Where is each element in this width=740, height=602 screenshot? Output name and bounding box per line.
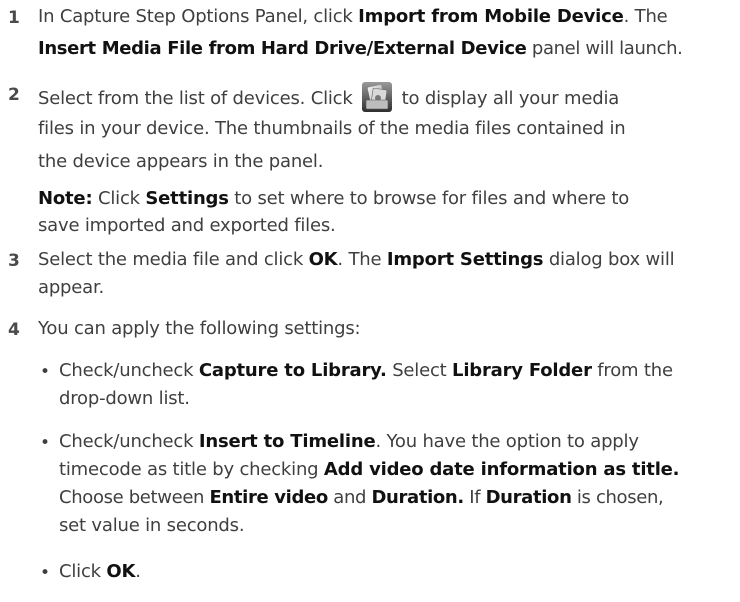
step-number: 4 (8, 320, 20, 340)
step-text: Select from the list of devices. Click t… (38, 82, 619, 112)
bullet-text: set value in seconds. (59, 515, 245, 536)
bullet-text: Click OK. (59, 561, 141, 582)
bullet-text: timecode as title by checking Add video … (59, 459, 680, 480)
bullet-text: drop-down list. (59, 388, 190, 409)
step-number: 1 (8, 8, 20, 28)
step-text: Select the media file and click OK. The … (38, 249, 675, 270)
instruction-page: 1 In Capture Step Options Panel, click I… (0, 0, 740, 602)
note-text: Note: Click Settings to set where to bro… (38, 188, 630, 209)
bullet-marker: • (40, 433, 51, 453)
step-number: 2 (8, 85, 20, 105)
step-number: 3 (8, 251, 20, 271)
note-label: Note: (38, 188, 93, 209)
step-text: In Capture Step Options Panel, click Imp… (38, 6, 668, 27)
bullet-marker: • (40, 563, 51, 583)
folder-media-icon[interactable] (362, 82, 393, 112)
bullet-text: Check/uncheck Capture to Library. Select… (59, 360, 673, 381)
step-text: files in your device. The thumbnails of … (38, 118, 626, 139)
bullet-text: Check/uncheck Insert to Timeline. You ha… (59, 431, 639, 452)
step-text: the device appears in the panel. (38, 151, 324, 172)
bullet-marker: • (40, 362, 51, 382)
step-text: You can apply the following settings: (38, 318, 361, 339)
step-text: Insert Media File from Hard Drive/Extern… (38, 38, 683, 59)
note-text: save imported and exported files. (38, 215, 336, 236)
step-text: appear. (38, 277, 105, 298)
bullet-text: Choose between Entire video and Duration… (59, 487, 664, 508)
